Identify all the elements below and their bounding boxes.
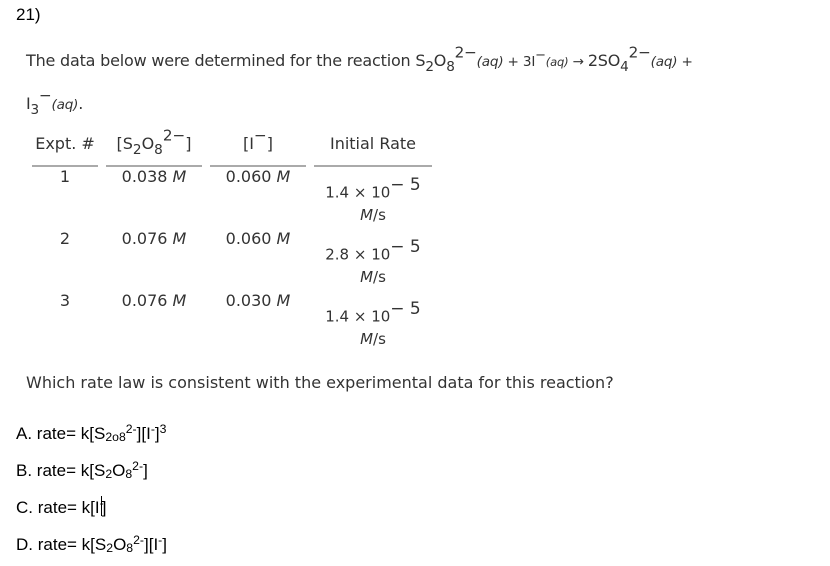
question-text: Which rate law is consistent with the ex…	[26, 373, 614, 392]
product-triiodide: I3−(aq).	[26, 86, 84, 118]
header-iodide: [I−]	[210, 128, 306, 167]
cell-expt: 3	[59, 291, 71, 310]
table-row: 2 0.076 M 0.060 M 2.8 × 10− 5 M/s	[32, 229, 432, 291]
reactant-persulfate: S2O82−(aq)	[415, 43, 504, 75]
cell-persulfate: 0.038 M	[121, 167, 187, 186]
option-b[interactable]: B. rate= k[S2O82-]	[16, 455, 167, 492]
cell-persulfate: 0.076 M	[121, 229, 187, 248]
header-initial-rate: Initial Rate	[314, 132, 432, 167]
prompt-lead: The data below were determined for the r…	[26, 51, 416, 70]
table-row: 1 0.038 M 0.060 M 1.4 × 10− 5 M/s	[32, 167, 432, 229]
question-prompt: The data below were determined for the r…	[26, 43, 693, 118]
cell-initial-rate: 1.4 × 10− 5 M/s	[325, 175, 421, 224]
cell-persulfate: 0.076 M	[121, 291, 187, 310]
question-number: 21)	[16, 5, 41, 24]
reaction-arrow: →	[568, 54, 588, 70]
cell-initial-rate: 1.4 × 10− 5 M/s	[325, 299, 421, 348]
option-c[interactable]: C. rate= k[I-]	[16, 492, 167, 529]
reactant-iodide: + 3I−(aq)	[503, 47, 569, 70]
product-sulfate: 2SO42−(aq)	[587, 43, 678, 75]
table-header-row: Expt. # [S2O82−] [I−] Initial Rate	[32, 128, 432, 167]
cell-iodide: 0.060 M	[225, 229, 291, 248]
header-persulfate: [S2O82−]	[106, 128, 202, 167]
kinetics-data-table: Expt. # [S2O82−] [I−] Initial Rate 1 0.0…	[24, 128, 440, 353]
cell-iodide: 0.060 M	[225, 167, 291, 186]
header-expt: Expt. #	[32, 132, 98, 167]
cell-expt: 2	[59, 229, 71, 248]
cell-iodide: 0.030 M	[225, 291, 291, 310]
answer-options: A. rate= k[S2o82-][I-]3 B. rate= k[S2O82…	[16, 418, 167, 566]
cell-initial-rate: 2.8 × 10− 5 M/s	[325, 237, 421, 286]
table-row: 3 0.076 M 0.030 M 1.4 × 10− 5 M/s	[32, 291, 432, 353]
cell-expt: 1	[59, 167, 71, 186]
option-a[interactable]: A. rate= k[S2o82-][I-]3	[16, 418, 167, 455]
option-d[interactable]: D. rate= k[S2O82-][I-]	[16, 529, 167, 566]
